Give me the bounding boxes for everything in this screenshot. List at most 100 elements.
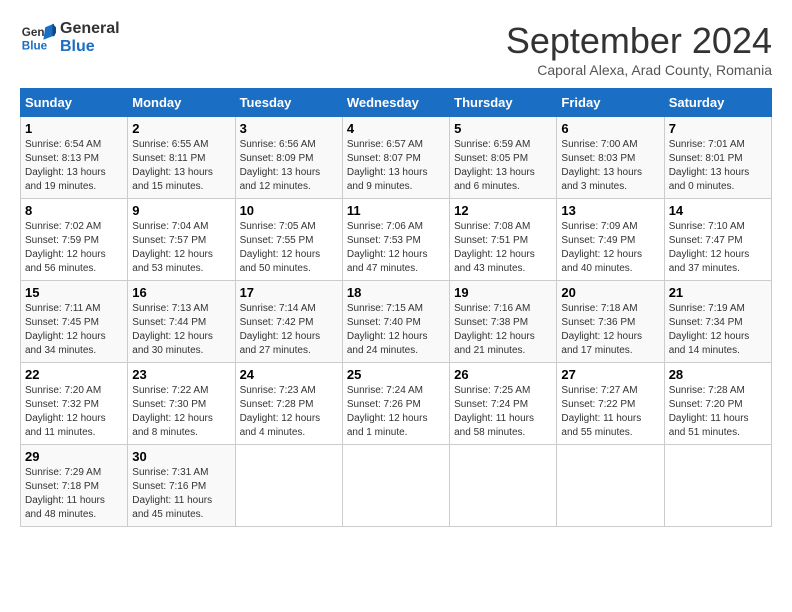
page-header: General Blue General Blue September 2024… (20, 20, 772, 78)
calendar-cell: 14 Sunrise: 7:10 AMSunset: 7:47 PMDayligh… (664, 199, 771, 281)
header-sunday: Sunday (21, 89, 128, 117)
calendar-cell: 19Sunrise: 7:16 AMSunset: 7:38 PMDayligh… (450, 281, 557, 363)
day-info: Sunrise: 7:02 AMSunset: 7:59 PMDaylight:… (25, 221, 106, 274)
calendar-cell: 1Sunrise: 6:54 AMSunset: 8:13 PMDaylight… (21, 117, 128, 199)
day-number: 24 (240, 367, 338, 382)
day-number: 1 (25, 121, 123, 136)
day-number: 11 (347, 203, 445, 218)
calendar-cell: 8 Sunrise: 7:02 AMSunset: 7:59 PMDaylight… (21, 199, 128, 281)
day-info: Sunrise: 7:22 AMSunset: 7:30 PMDaylight:… (132, 385, 213, 438)
calendar-week-3: 15 Sunrise: 7:11 AMSunset: 7:45 PMDayligh… (21, 281, 772, 363)
calendar-cell: 28 Sunrise: 7:28 AMSunset: 7:20 PMDayligh… (664, 363, 771, 445)
calendar-cell: 15 Sunrise: 7:11 AMSunset: 7:45 PMDayligh… (21, 281, 128, 363)
day-number: 28 (669, 367, 767, 382)
calendar-cell: 23 Sunrise: 7:22 AMSunset: 7:30 PMDayligh… (128, 363, 235, 445)
calendar-cell: 25 Sunrise: 7:24 AMSunset: 7:26 PMDayligh… (342, 363, 449, 445)
header-thursday: Thursday (450, 89, 557, 117)
day-info: Sunrise: 6:59 AMSunset: 8:05 PMDaylight:… (454, 139, 535, 192)
header-saturday: Saturday (664, 89, 771, 117)
calendar-cell: 29 Sunrise: 7:29 AMSunset: 7:18 PMDayligh… (21, 445, 128, 527)
calendar-cell: 13 Sunrise: 7:09 AMSunset: 7:49 PMDayligh… (557, 199, 664, 281)
month-title: September 2024 (506, 20, 772, 62)
day-info: Sunrise: 7:24 AMSunset: 7:26 PMDaylight:… (347, 385, 428, 438)
logo-icon: General Blue (20, 20, 56, 56)
day-number: 13 (561, 203, 659, 218)
calendar-cell (664, 445, 771, 527)
day-info: Sunrise: 7:09 AMSunset: 7:49 PMDaylight:… (561, 221, 642, 274)
header-tuesday: Tuesday (235, 89, 342, 117)
location-subtitle: Caporal Alexa, Arad County, Romania (506, 62, 772, 78)
calendar-cell: 18 Sunrise: 7:15 AMSunset: 7:40 PMDayligh… (342, 281, 449, 363)
day-info: Sunrise: 7:18 AMSunset: 7:36 PMDaylight:… (561, 303, 642, 356)
day-number: 2 (132, 121, 230, 136)
day-info: Sunrise: 6:56 AMSunset: 8:09 PMDaylight:… (240, 139, 321, 192)
title-area: September 2024 Caporal Alexa, Arad Count… (506, 20, 772, 78)
calendar-cell: 27 Sunrise: 7:27 AMSunset: 7:22 PMDayligh… (557, 363, 664, 445)
day-info: Sunrise: 7:29 AMSunset: 7:18 PMDaylight:… (25, 467, 105, 520)
calendar-cell: 5 Sunrise: 6:59 AMSunset: 8:05 PMDaylight… (450, 117, 557, 199)
day-info: Sunrise: 7:01 AMSunset: 8:01 PMDaylight:… (669, 139, 750, 192)
day-info: Sunrise: 7:28 AMSunset: 7:20 PMDaylight:… (669, 385, 749, 438)
day-number: 18 (347, 285, 445, 300)
calendar-cell (235, 445, 342, 527)
day-info: Sunrise: 6:57 AMSunset: 8:07 PMDaylight:… (347, 139, 428, 192)
day-info: Sunrise: 7:13 AMSunset: 7:44 PMDaylight:… (132, 303, 213, 356)
day-number: 22 (25, 367, 123, 382)
day-number: 15 (25, 285, 123, 300)
day-number: 23 (132, 367, 230, 382)
day-info: Sunrise: 7:19 AMSunset: 7:34 PMDaylight:… (669, 303, 750, 356)
calendar-week-4: 22 Sunrise: 7:20 AMSunset: 7:32 PMDayligh… (21, 363, 772, 445)
calendar-cell: 12Sunrise: 7:08 AMSunset: 7:51 PMDayligh… (450, 199, 557, 281)
day-number: 20 (561, 285, 659, 300)
day-number: 14 (669, 203, 767, 218)
day-number: 30 (132, 449, 230, 464)
calendar-cell: 26Sunrise: 7:25 AMSunset: 7:24 PMDayligh… (450, 363, 557, 445)
calendar-cell: 16 Sunrise: 7:13 AMSunset: 7:44 PMDayligh… (128, 281, 235, 363)
day-number: 5 (454, 121, 552, 136)
calendar-cell: 10 Sunrise: 7:05 AMSunset: 7:55 PMDayligh… (235, 199, 342, 281)
day-number: 9 (132, 203, 230, 218)
calendar-cell: 2 Sunrise: 6:55 AMSunset: 8:11 PMDaylight… (128, 117, 235, 199)
day-info: Sunrise: 7:05 AMSunset: 7:55 PMDaylight:… (240, 221, 321, 274)
calendar-cell: 11 Sunrise: 7:06 AMSunset: 7:53 PMDayligh… (342, 199, 449, 281)
calendar-week-1: 1Sunrise: 6:54 AMSunset: 8:13 PMDaylight… (21, 117, 772, 199)
calendar-cell (450, 445, 557, 527)
day-number: 16 (132, 285, 230, 300)
calendar-cell: 24 Sunrise: 7:23 AMSunset: 7:28 PMDayligh… (235, 363, 342, 445)
calendar-cell: 30 Sunrise: 7:31 AMSunset: 7:16 PMDayligh… (128, 445, 235, 527)
day-number: 6 (561, 121, 659, 136)
calendar-cell: 20 Sunrise: 7:18 AMSunset: 7:36 PMDayligh… (557, 281, 664, 363)
day-info: Sunrise: 7:00 AMSunset: 8:03 PMDaylight:… (561, 139, 642, 192)
calendar-cell: 6 Sunrise: 7:00 AMSunset: 8:03 PMDaylight… (557, 117, 664, 199)
day-number: 27 (561, 367, 659, 382)
day-info: Sunrise: 7:23 AMSunset: 7:28 PMDaylight:… (240, 385, 321, 438)
calendar-cell: 17 Sunrise: 7:14 AMSunset: 7:42 PMDayligh… (235, 281, 342, 363)
header-monday: Monday (128, 89, 235, 117)
calendar-header-row: Sunday Monday Tuesday Wednesday Thursday… (21, 89, 772, 117)
day-info: Sunrise: 7:11 AMSunset: 7:45 PMDaylight:… (25, 303, 106, 356)
logo-text: General Blue (60, 20, 120, 55)
day-info: Sunrise: 7:14 AMSunset: 7:42 PMDaylight:… (240, 303, 321, 356)
day-number: 26 (454, 367, 552, 382)
day-info: Sunrise: 7:15 AMSunset: 7:40 PMDaylight:… (347, 303, 428, 356)
day-number: 17 (240, 285, 338, 300)
day-info: Sunrise: 7:27 AMSunset: 7:22 PMDaylight:… (561, 385, 641, 438)
calendar-table: Sunday Monday Tuesday Wednesday Thursday… (20, 88, 772, 527)
day-info: Sunrise: 7:16 AMSunset: 7:38 PMDaylight:… (454, 303, 535, 356)
day-info: Sunrise: 7:31 AMSunset: 7:16 PMDaylight:… (132, 467, 212, 520)
logo: General Blue General Blue (20, 20, 120, 56)
day-info: Sunrise: 7:20 AMSunset: 7:32 PMDaylight:… (25, 385, 106, 438)
day-number: 25 (347, 367, 445, 382)
day-info: Sunrise: 6:55 AMSunset: 8:11 PMDaylight:… (132, 139, 213, 192)
calendar-week-2: 8 Sunrise: 7:02 AMSunset: 7:59 PMDaylight… (21, 199, 772, 281)
day-number: 12 (454, 203, 552, 218)
day-info: Sunrise: 7:10 AMSunset: 7:47 PMDaylight:… (669, 221, 750, 274)
day-number: 29 (25, 449, 123, 464)
day-info: Sunrise: 7:06 AMSunset: 7:53 PMDaylight:… (347, 221, 428, 274)
calendar-cell: 21 Sunrise: 7:19 AMSunset: 7:34 PMDayligh… (664, 281, 771, 363)
day-info: Sunrise: 7:04 AMSunset: 7:57 PMDaylight:… (132, 221, 213, 274)
day-number: 8 (25, 203, 123, 218)
day-number: 21 (669, 285, 767, 300)
day-number: 10 (240, 203, 338, 218)
header-wednesday: Wednesday (342, 89, 449, 117)
